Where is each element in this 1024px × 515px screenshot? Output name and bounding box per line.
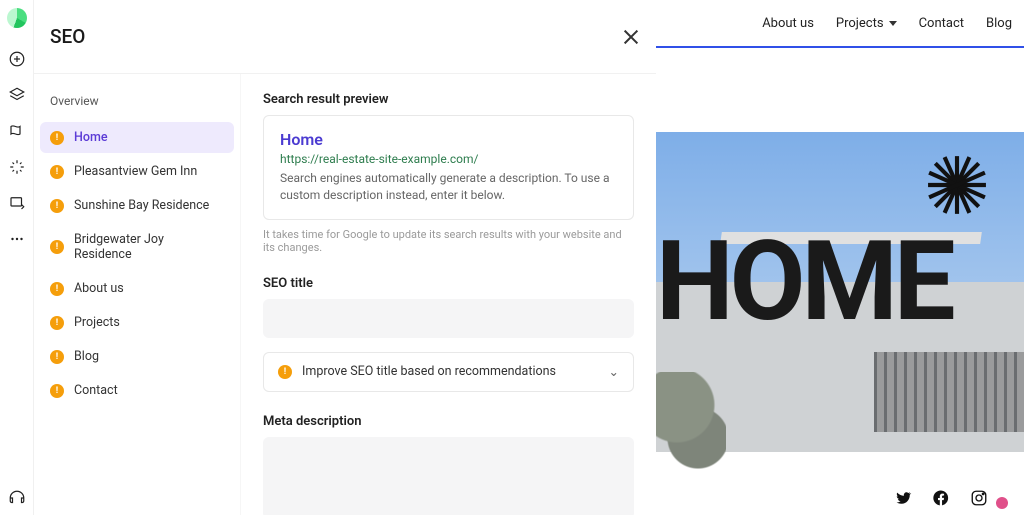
seo-title-input[interactable] [263,299,634,338]
hero-section: HOME [656,72,1024,442]
warning-icon: ! [278,365,292,379]
facebook-icon[interactable] [932,489,950,507]
sidebar-item-contact[interactable]: ! Contact [40,375,234,406]
warning-icon: ! [50,316,64,330]
seo-title-label: SEO title [263,276,634,291]
meta-desc-label: Meta description [263,414,634,429]
search-result-preview: Home https://real-estate-site-example.co… [263,115,634,220]
update-note: It takes time for Google to update its s… [263,228,634,254]
sidebar-item-pleasantview-gem-inn[interactable]: ! Pleasantview Gem Inn [40,156,234,187]
sidebar-item-about-us[interactable]: ! About us [40,273,234,304]
seo-title-suggestion-text: Improve SEO title based on recommendatio… [302,364,556,379]
warning-icon: ! [50,240,64,254]
warning-icon: ! [50,384,64,398]
warning-icon: ! [50,165,64,179]
sidebar-item-label: Pleasantview Gem Inn [74,164,197,179]
sidebar-item-home[interactable]: ! Home [40,122,234,153]
sidebar-item-label: Contact [74,383,118,398]
preview-url: https://real-estate-site-example.com/ [280,152,617,166]
nav-underline [656,46,1024,48]
preview-section-label: Search result preview [263,92,634,107]
warning-icon: ! [50,131,64,145]
preview-description: Search engines automatically generate a … [280,170,617,205]
site-preview: About us Projects Contact Blog HOME [656,0,1024,515]
sparkle-icon[interactable] [8,158,26,176]
meta-description-input[interactable] [263,437,634,515]
sidebar-item-label: Home [74,130,108,145]
warning-icon: ! [50,199,64,213]
warning-icon: ! [50,350,64,364]
seo-sidebar: Overview ! Home! Pleasantview Gem Inn! Suns… [34,74,241,515]
nav-blog[interactable]: Blog [986,16,1012,31]
social-row [894,487,1008,509]
alert-badge-icon [996,497,1008,509]
nav-projects[interactable]: Projects [836,16,897,31]
chevron-down-icon: ⌄ [609,364,619,380]
seo-panel: SEO Overview ! Home! Pleasantview Gem Inn!… [34,0,656,515]
instagram-icon[interactable] [970,489,988,507]
sidebar-item-label: About us [74,281,124,296]
twitter-icon[interactable] [894,489,912,507]
seo-title-suggestion[interactable]: ! Improve SEO title based on recommendat… [263,352,634,392]
nav-about[interactable]: About us [762,16,814,31]
sidebar-item-bridgewater-joy-residence[interactable]: ! Bridgewater Joy Residence [40,224,234,270]
help-icon[interactable] [8,489,26,507]
preview-title: Home [280,130,617,149]
add-icon[interactable] [8,50,26,68]
icon-rail [0,0,34,515]
seo-main: Search result preview Home https://real-… [241,74,656,515]
edit-icon[interactable] [8,194,26,212]
app-logo-icon[interactable] [7,8,27,28]
warning-icon: ! [50,282,64,296]
overview-label: Overview [40,86,234,122]
sidebar-item-label: Sunshine Bay Residence [74,198,209,213]
layers-icon[interactable] [8,86,26,104]
starburst-icon [926,154,988,216]
panel-header: SEO [34,0,656,74]
site-nav: About us Projects Contact Blog [656,0,1024,46]
pages-icon[interactable] [8,122,26,140]
sidebar-item-label: Projects [74,315,120,330]
panel-title: SEO [50,25,85,48]
sidebar-item-blog[interactable]: ! Blog [40,341,234,372]
sidebar-item-label: Blog [74,349,99,364]
close-icon[interactable] [622,28,640,46]
chevron-down-icon [889,21,897,26]
sidebar-item-label: Bridgewater Joy Residence [74,232,224,262]
nav-contact[interactable]: Contact [919,16,964,31]
more-icon[interactable] [8,230,26,248]
sidebar-item-sunshine-bay-residence[interactable]: ! Sunshine Bay Residence [40,190,234,221]
sidebar-item-projects[interactable]: ! Projects [40,307,234,338]
hero-text: HOME [656,227,952,337]
